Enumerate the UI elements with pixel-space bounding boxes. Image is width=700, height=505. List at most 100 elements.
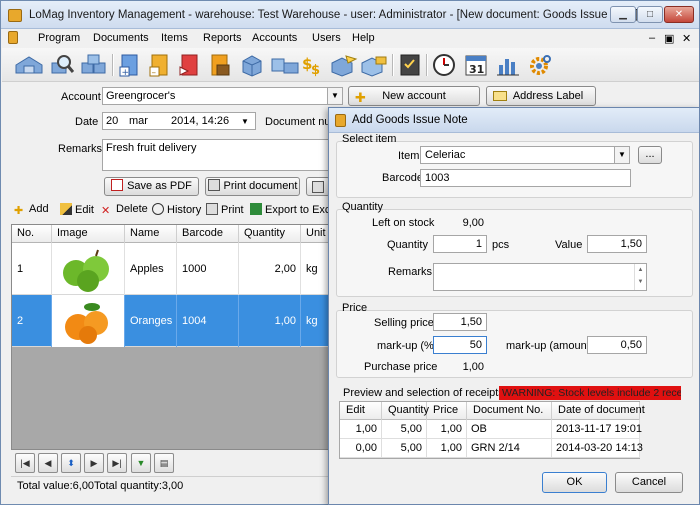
- item-select[interactable]: Celeriac: [420, 146, 616, 164]
- browse-item-button[interactable]: ...: [638, 146, 662, 164]
- receipt-document-no: GRN 2/14: [467, 439, 552, 458]
- account-select[interactable]: Greengrocer's: [102, 87, 328, 105]
- menu-program[interactable]: Program: [38, 32, 80, 44]
- cancel-button[interactable]: Cancel: [615, 472, 683, 493]
- mdi-restore-button[interactable]: ▣: [664, 32, 674, 45]
- save-as-pdf-label: Save as PDF: [127, 180, 192, 192]
- edit-button[interactable]: Edit: [60, 203, 94, 216]
- date-day: 20: [106, 115, 119, 127]
- dialog-remarks-textarea[interactable]: [433, 263, 647, 291]
- new-account-button[interactable]: ✚ New account: [348, 86, 480, 106]
- column-header[interactable]: Quantity: [382, 402, 429, 420]
- mdi-minimize-button[interactable]: –: [649, 32, 655, 44]
- maximize-button[interactable]: □: [637, 6, 663, 23]
- table-row[interactable]: 2 Oranges 1004 1,00 kg: [12, 295, 330, 347]
- column-header[interactable]: Barcode: [177, 225, 239, 243]
- date-picker[interactable]: 20 mar 2014, 14:26 ▼: [102, 112, 256, 130]
- menu-users[interactable]: Users: [312, 32, 341, 44]
- pdf-icon: [111, 179, 124, 191]
- first-record-icon[interactable]: |◀: [15, 453, 35, 473]
- quantity-input[interactable]: 1: [433, 235, 487, 253]
- minimize-button[interactable]: ▁: [610, 6, 636, 23]
- document-menu-icon[interactable]: [8, 31, 18, 44]
- chevron-down-icon[interactable]: ▼: [614, 146, 630, 164]
- add-button[interactable]: ✚ Add: [14, 203, 49, 217]
- column-header[interactable]: Name: [125, 225, 177, 243]
- print-options-button[interactable]: [306, 177, 330, 196]
- history-button[interactable]: History: [152, 203, 201, 216]
- warehouse-icon[interactable]: [14, 53, 44, 77]
- ok-button[interactable]: OK: [542, 472, 607, 493]
- value-input[interactable]: 1,50: [587, 235, 647, 253]
- export-excel-button[interactable]: Export to Exce: [250, 203, 337, 216]
- receipt-edit[interactable]: 1,00: [340, 420, 382, 439]
- remarks-textarea[interactable]: Fresh fruit delivery: [102, 139, 331, 171]
- close-button[interactable]: ✕: [664, 6, 694, 23]
- item-unit: kg: [301, 295, 330, 347]
- toolbar: + – $ $ 31: [2, 48, 699, 82]
- pencil-icon: [60, 203, 72, 215]
- settings-gear-icon[interactable]: [528, 53, 552, 77]
- previous-record-icon[interactable]: ◀: [38, 453, 58, 473]
- inventory-icon[interactable]: [270, 53, 300, 77]
- receipt-edit[interactable]: 0,00: [340, 439, 382, 458]
- app-icon: [8, 9, 22, 22]
- delete-x-icon: ✕: [101, 205, 111, 217]
- remarks-scrollbar[interactable]: ▲ ▼: [634, 264, 646, 290]
- column-header[interactable]: Unit: [301, 225, 330, 243]
- column-header[interactable]: Price: [427, 402, 467, 420]
- mdi-close-button[interactable]: ✕: [682, 32, 691, 45]
- selling-price-label: Selling price: [374, 317, 434, 329]
- search-items-icon[interactable]: [50, 53, 75, 77]
- filter-icon[interactable]: ▼: [131, 453, 151, 473]
- chart-icon[interactable]: [496, 53, 520, 77]
- item-barcode: 1000: [177, 243, 239, 295]
- save-as-pdf-button[interactable]: Save as PDF: [104, 177, 199, 196]
- markup-amount-input[interactable]: 0,50: [587, 336, 647, 354]
- column-header[interactable]: Image: [52, 225, 125, 243]
- price-icon[interactable]: $ $: [302, 53, 326, 78]
- order-document-icon[interactable]: [208, 53, 232, 77]
- checklist-icon[interactable]: [398, 53, 422, 77]
- returns-icon[interactable]: [360, 53, 388, 77]
- menu-reports[interactable]: Reports: [203, 32, 242, 44]
- print-document-button[interactable]: Print document: [205, 177, 300, 196]
- column-header[interactable]: Document No.: [467, 402, 552, 420]
- table-row[interactable]: 1 Apples 1000 2,00 kg: [12, 243, 330, 295]
- column-header[interactable]: No.: [12, 225, 52, 243]
- export-label: Export to Exce: [265, 204, 337, 216]
- calendar-icon[interactable]: 31: [464, 53, 488, 77]
- print-button[interactable]: Print: [206, 203, 244, 216]
- selling-price-input[interactable]: 1,50: [433, 313, 487, 331]
- issue-document-icon[interactable]: –: [148, 53, 172, 78]
- barcode-field[interactable]: 1003: [420, 169, 631, 187]
- boxes-icon[interactable]: [80, 53, 108, 77]
- column-header[interactable]: Date of document: [552, 402, 645, 420]
- menu-documents[interactable]: Documents: [93, 32, 149, 44]
- new-document-icon[interactable]: +: [118, 53, 142, 78]
- next-record-icon[interactable]: ▶: [84, 453, 104, 473]
- delete-button[interactable]: ✕ Delete: [101, 203, 148, 217]
- table-row[interactable]: 1,00 5,00 1,00 OB 2013-11-17 19:01: [340, 420, 642, 439]
- menu-accounts[interactable]: Accounts: [252, 32, 297, 44]
- stock-warning-badge: WARNING: Stock levels include 2 receipts…: [499, 386, 681, 400]
- transfer-document-icon[interactable]: [178, 53, 202, 77]
- chevron-down-icon[interactable]: ▼: [327, 87, 343, 105]
- menu-items[interactable]: Items: [161, 32, 188, 44]
- item-image: [52, 243, 125, 295]
- move-up-down-icon[interactable]: ⬍: [61, 453, 81, 473]
- last-record-icon[interactable]: ▶|: [107, 453, 127, 473]
- address-label-button[interactable]: Address Label: [486, 86, 596, 106]
- column-header[interactable]: Quantity: [239, 225, 301, 243]
- column-header[interactable]: Edit: [340, 402, 382, 420]
- table-row[interactable]: 0,00 5,00 1,00 GRN 2/14 2014-03-20 14:13: [340, 439, 643, 458]
- delivery-icon[interactable]: [330, 53, 358, 77]
- table-settings-icon[interactable]: ▤: [154, 453, 174, 473]
- stock-box-icon[interactable]: [240, 53, 264, 77]
- dialog-title-bar: Add Goods Issue Note: [329, 108, 699, 133]
- markup-percent-input[interactable]: 50: [433, 336, 487, 354]
- history-clock-icon[interactable]: [432, 53, 456, 77]
- menu-help[interactable]: Help: [352, 32, 375, 44]
- address-label-text: Address Label: [512, 90, 584, 102]
- printer-icon: [206, 203, 218, 215]
